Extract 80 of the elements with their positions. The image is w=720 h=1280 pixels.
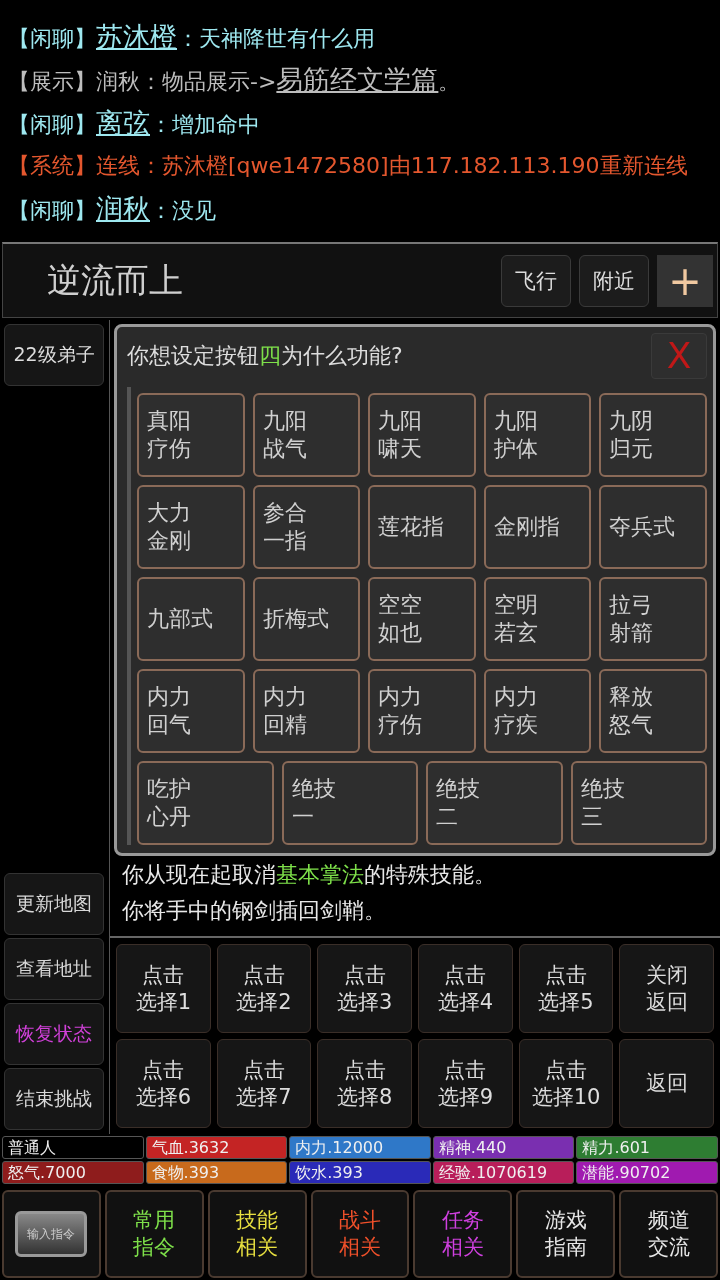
skill-button[interactable]: 拉弓 射箭 bbox=[599, 577, 707, 661]
location-button[interactable]: 飞行 bbox=[501, 254, 571, 307]
dialog-title: 你想设定按钮四为什么功能? bbox=[127, 342, 403, 370]
channel-tag: 【闲聊】 bbox=[8, 106, 96, 143]
menu-tab[interactable]: 常用 指令 bbox=[104, 1190, 204, 1278]
skill-button[interactable]: 绝技 一 bbox=[281, 761, 418, 845]
location-title: 逆流而上 bbox=[47, 258, 184, 302]
sidebar-button[interactable]: 更新地图 bbox=[4, 873, 104, 935]
stat-bar: 气血.3632 bbox=[145, 1136, 288, 1159]
input-command-button[interactable]: 输入指令 bbox=[15, 1211, 88, 1257]
add-button[interactable]: + bbox=[657, 254, 713, 307]
menu-tab[interactable]: 游戏 指南 bbox=[516, 1190, 616, 1278]
player-link[interactable]: 离弦 bbox=[96, 104, 150, 141]
chat-text: 润秋：物品展示-> bbox=[96, 68, 277, 96]
message-text: 你将手中的钢剑插回剑鞘。 bbox=[122, 897, 387, 925]
stat-bar: 精神.440 bbox=[432, 1136, 575, 1159]
skill-button[interactable]: 大力 金刚 bbox=[137, 485, 245, 569]
stat-bar: 普通人 bbox=[2, 1136, 144, 1159]
sidebar-button[interactable]: 恢复状态 bbox=[4, 1003, 104, 1065]
skill-button[interactable]: 释放 怒气 bbox=[599, 669, 707, 753]
skill-button[interactable]: 参合 一指 bbox=[252, 485, 361, 569]
skill-button[interactable]: 夺兵式 bbox=[599, 485, 707, 569]
skill-button[interactable]: 九阳 战气 bbox=[252, 393, 361, 477]
chat-text: ：没见 bbox=[150, 197, 216, 225]
chat-text: ：天神降世有什么用 bbox=[177, 25, 375, 53]
stat-bar: 经验.1070619 bbox=[432, 1161, 575, 1184]
stat-bar: 内力.12000 bbox=[289, 1136, 431, 1159]
menu-tab[interactable]: 战斗 相关 bbox=[310, 1190, 410, 1278]
menu-tab[interactable]: 技能 相关 bbox=[207, 1190, 307, 1278]
skill-button[interactable]: 空明 若玄 bbox=[483, 577, 592, 661]
skill-button[interactable]: 内力 回精 bbox=[252, 669, 361, 753]
choice-button[interactable]: 返回 bbox=[619, 1039, 714, 1128]
choice-button[interactable]: 点击 选择1 bbox=[116, 944, 211, 1033]
skill-button[interactable]: 吃护 心丹 bbox=[137, 761, 274, 845]
skill-button[interactable]: 绝技 三 bbox=[570, 761, 707, 845]
skill-button[interactable]: 金刚指 bbox=[483, 485, 592, 569]
choice-button[interactable]: 点击 选择4 bbox=[418, 944, 513, 1033]
menu-tab[interactable]: 频道 交流 bbox=[619, 1190, 718, 1278]
channel-tag: 【闲聊】 bbox=[8, 192, 96, 229]
skill-button[interactable]: 九阴 归元 bbox=[599, 393, 707, 477]
rank-button[interactable]: 22级弟子 bbox=[4, 324, 104, 386]
stat-bar: 饮水.393 bbox=[289, 1161, 431, 1184]
player-link[interactable]: 苏沐橙 bbox=[96, 18, 177, 55]
choice-button[interactable]: 点击 选择5 bbox=[518, 944, 614, 1033]
player-link[interactable]: 易筋经文学篇 bbox=[276, 61, 439, 98]
choice-button[interactable]: 点击 选择8 bbox=[317, 1039, 412, 1128]
sidebar-button[interactable]: 结束挑战 bbox=[4, 1068, 104, 1130]
menu-tab[interactable]: 任务 相关 bbox=[413, 1190, 513, 1278]
skill-button[interactable]: 莲花指 bbox=[368, 485, 476, 569]
channel-tag: 【系统】 bbox=[8, 147, 96, 184]
stat-bar: 食物.393 bbox=[145, 1161, 288, 1184]
skill-button[interactable]: 真阳 疗伤 bbox=[137, 393, 245, 477]
choice-button[interactable]: 点击 选择6 bbox=[116, 1039, 211, 1128]
channel-tag: 【展示】 bbox=[8, 63, 96, 100]
choice-button[interactable]: 点击 选择3 bbox=[317, 944, 412, 1033]
location-button[interactable]: 附近 bbox=[579, 254, 649, 307]
skill-button[interactable]: 九阳 啸天 bbox=[368, 393, 476, 477]
choice-button[interactable]: 关闭 返回 bbox=[619, 944, 714, 1033]
skill-button[interactable]: 内力 回气 bbox=[137, 669, 245, 753]
choice-button[interactable]: 点击 选择9 bbox=[418, 1039, 513, 1128]
skill-button[interactable]: 内力 疗伤 bbox=[368, 669, 476, 753]
skill-button[interactable]: 九部式 bbox=[137, 577, 245, 661]
stat-bar: 怒气.7000 bbox=[2, 1161, 144, 1184]
choice-button[interactable]: 点击 选择10 bbox=[518, 1039, 614, 1128]
choice-button[interactable]: 点击 选择2 bbox=[216, 944, 312, 1033]
player-link[interactable]: 润秋 bbox=[96, 190, 150, 227]
skill-button[interactable]: 九阳 护体 bbox=[483, 393, 592, 477]
skill-button[interactable]: 绝技 二 bbox=[426, 761, 563, 845]
stat-bar: 潜能.90702 bbox=[576, 1161, 718, 1184]
chat-text: 连线：苏沐橙[qwe1472580]由117.182.113.190重新连线 bbox=[96, 152, 688, 180]
stat-bar: 精力.601 bbox=[576, 1136, 718, 1159]
channel-tag: 【闲聊】 bbox=[8, 20, 96, 57]
skill-button[interactable]: 内力 疗疾 bbox=[483, 669, 592, 753]
chat-text: ：增加命中 bbox=[150, 111, 260, 139]
choice-button[interactable]: 点击 选择7 bbox=[216, 1039, 312, 1128]
skill-button[interactable]: 折梅式 bbox=[252, 577, 361, 661]
sidebar-button[interactable]: 查看地址 bbox=[4, 938, 104, 1000]
chat-text: 。 bbox=[438, 68, 461, 96]
message-text: 你从现在起取消基本掌法的特殊技能。 bbox=[122, 861, 497, 889]
skill-button[interactable]: 空空 如也 bbox=[368, 577, 476, 661]
